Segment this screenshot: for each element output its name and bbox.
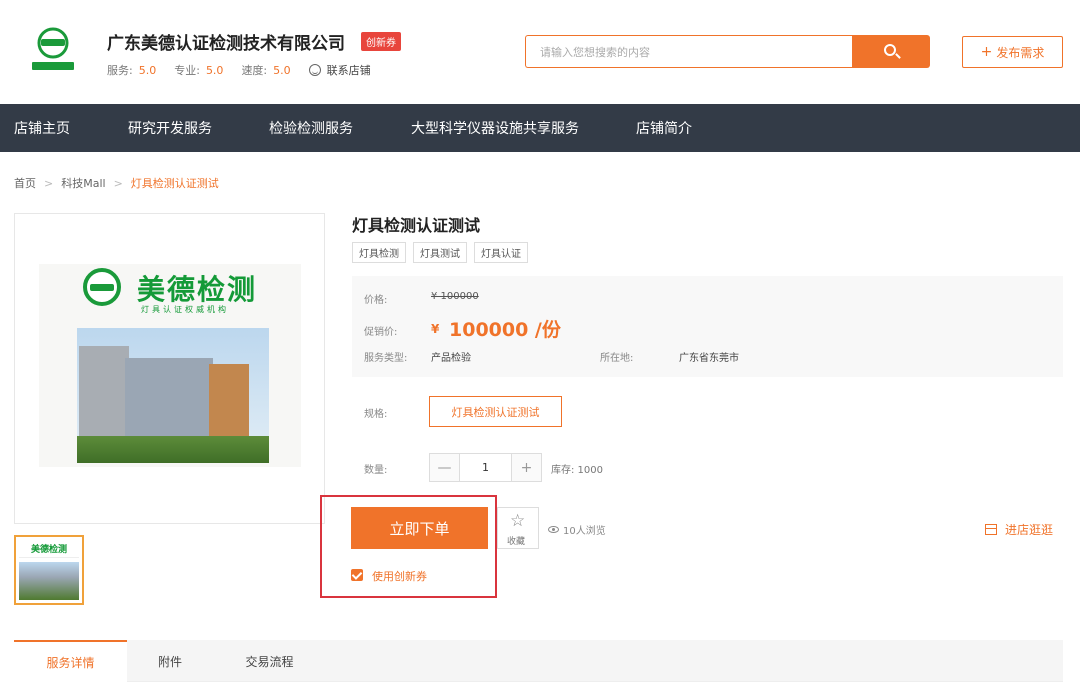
search-input[interactable]: 请输入您想搜索的内容 (525, 35, 852, 68)
breadcrumb-current: 灯具检测认证测试 (130, 177, 219, 190)
publish-demand-label: 发布需求 (996, 45, 1045, 60)
rating-label-speed: 速度: (241, 64, 268, 77)
shop-name[interactable]: 广东美德认证检测技术有限公司 (107, 29, 345, 54)
search-button[interactable] (852, 35, 930, 68)
quantity-increase-button[interactable]: + (512, 454, 541, 481)
brand-logo-icon (83, 268, 121, 306)
favorite-label: 收藏 (507, 537, 526, 547)
shop-ratings: 服务: 5.0 专业: 5.0 速度: 5.0 联系店铺 (107, 62, 371, 78)
rating-value-expertise: 5.0 (205, 63, 224, 77)
coupon-badge: 创新券 (361, 32, 401, 51)
product-tag: 灯具检测 (352, 242, 406, 263)
tab-attachments[interactable]: 附件 (127, 640, 213, 682)
nav-rd-services[interactable]: 研究开发服务 (128, 104, 212, 152)
rating-value-speed: 5.0 (273, 63, 291, 77)
product-tag: 灯具测试 (413, 242, 467, 263)
spec-label: 规格: (364, 409, 388, 420)
contact-shop-label: 联系店铺 (326, 64, 371, 77)
product-main-image[interactable]: 美德检测 灯具认证权威机构 (14, 213, 325, 524)
shop-nav: 店铺主页 研究开发服务 检验检测服务 大型科学仪器设施共享服务 店铺简介 (0, 104, 1080, 152)
location-label: 所在地: (600, 353, 634, 364)
quantity-input[interactable]: 1 (459, 454, 512, 481)
brand-subtitle: 灯具认证权威机构 (141, 305, 229, 314)
stock-count: 库存: 1000 (551, 465, 603, 476)
price-label: 价格: (364, 295, 388, 306)
thumbnail-image (19, 562, 79, 600)
chevron-right-icon: > (44, 176, 54, 190)
promo-price: 100000 /份 (449, 319, 561, 341)
rating-value-service: 5.0 (138, 63, 157, 77)
promo-price-label: 促销价: (364, 327, 398, 338)
plus-icon: + (980, 44, 993, 60)
tab-service-details[interactable]: 服务详情 (14, 640, 127, 682)
view-count: 10人浏览 (548, 522, 606, 537)
quantity-decrease-button[interactable]: — (430, 454, 459, 481)
spec-option[interactable]: 灯具检测认证测试 (429, 396, 562, 427)
favorite-button[interactable]: ☆ 收藏 (497, 507, 539, 549)
shop-logo (32, 27, 74, 70)
original-price: ¥ 100000 (431, 291, 479, 302)
chevron-right-icon: > (113, 176, 123, 190)
product-tag: 灯具认证 (474, 242, 528, 263)
product-thumbnail[interactable]: 美德检测 (14, 535, 84, 605)
service-type-value: 产品检验 (431, 353, 471, 364)
quantity-label: 数量: (364, 465, 388, 476)
rating-label-expertise: 专业: (174, 64, 200, 77)
highlight-box (320, 495, 497, 598)
contact-shop-link[interactable]: 联系店铺 (308, 62, 371, 78)
nav-shop-intro[interactable]: 店铺简介 (636, 104, 692, 152)
publish-demand-button[interactable]: + 发布需求 (962, 36, 1063, 68)
eye-icon (548, 526, 559, 533)
visit-shop-label: 进店逛逛 (1005, 523, 1054, 537)
service-type-label: 服务类型: (364, 353, 408, 364)
visit-shop-link[interactable]: 进店逛逛 (985, 521, 1053, 538)
view-count-label: 10人浏览 (563, 526, 606, 537)
product-photo: 美德检测 灯具认证权威机构 (39, 264, 301, 467)
rating-label-service: 服务: (107, 64, 133, 77)
tab-transaction-process[interactable]: 交易流程 (213, 640, 326, 682)
shop-icon (985, 524, 997, 535)
product-title: 灯具检测认证测试 (352, 216, 481, 235)
currency-symbol: ¥ (431, 322, 440, 336)
breadcrumb-home[interactable]: 首页 (14, 175, 36, 191)
nav-shop-home[interactable]: 店铺主页 (14, 104, 70, 152)
location-value: 广东省东莞市 (679, 353, 739, 364)
product-tags: 灯具检测 灯具测试 灯具认证 (352, 242, 528, 263)
nav-testing-services[interactable]: 检验检测服务 (269, 104, 353, 152)
thumbnail-logo: 美德检测 (19, 540, 79, 558)
brand-name: 美德检测 (137, 273, 258, 306)
breadcrumb: 首页 > 科技Mall > 灯具检测认证测试 (14, 175, 219, 191)
chat-icon (308, 64, 321, 76)
quantity-stepper: — 1 + (429, 453, 542, 482)
detail-tabs: 服务详情 附件 交易流程 (14, 640, 1063, 682)
breadcrumb-mall[interactable]: 科技Mall (61, 175, 105, 191)
star-icon: ☆ (510, 511, 526, 531)
price-panel: 价格: ¥ 100000 促销价: ¥ 100000 /份 服务类型: 产品检验… (352, 276, 1063, 377)
shop-header: 广东美德认证检测技术有限公司 创新券 服务: 5.0 专业: 5.0 速度: 5… (0, 0, 1080, 104)
nav-instrument-sharing[interactable]: 大型科学仪器设施共享服务 (411, 104, 579, 152)
